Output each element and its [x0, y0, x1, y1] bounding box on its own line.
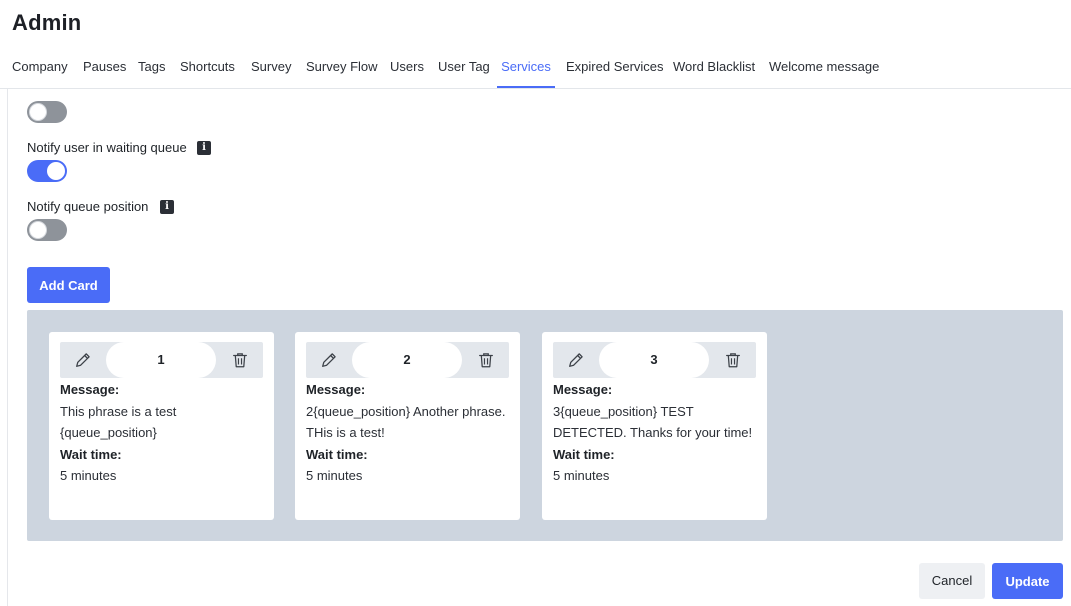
trash-icon[interactable] — [724, 351, 742, 369]
queue-card-2: 2 Message: 2{queue_position} Another phr… — [295, 332, 520, 520]
queue-card-1: 1 Message: This phrase is a test {queue_… — [49, 332, 274, 520]
card-header: 1 — [60, 342, 263, 378]
cards-panel: 1 Message: This phrase is a test {queue_… — [27, 310, 1063, 541]
page-title: Admin — [12, 10, 82, 35]
notify-waiting-queue-toggle[interactable] — [27, 160, 67, 182]
trash-icon[interactable] — [477, 351, 495, 369]
notify-queue-position-label: Notify queue position — [27, 199, 149, 214]
card-number: 2 — [352, 342, 462, 378]
card-body: Message: 2{queue_position} Another phras… — [306, 379, 511, 487]
card-body: Message: 3{queue_position} TEST DETECTED… — [553, 379, 758, 487]
tab-services[interactable]: Services — [497, 48, 555, 88]
info-icon[interactable]: i — [160, 200, 174, 214]
message-label: Message: — [553, 382, 613, 397]
toggle-knob — [47, 162, 65, 180]
wait-time-label: Wait time: — [60, 446, 122, 462]
message-label: Message: — [306, 382, 366, 397]
top-toggle[interactable] — [27, 101, 67, 123]
tab-shortcuts[interactable]: Shortcuts — [180, 48, 235, 88]
message-label: Message: — [60, 382, 120, 397]
tab-survey-flow[interactable]: Survey Flow — [306, 48, 378, 88]
wait-time-value: 5 minutes — [60, 468, 117, 483]
card-number: 3 — [599, 342, 709, 378]
notify-waiting-queue-label: Notify user in waiting queue — [27, 140, 187, 155]
message-text: 3{queue_position} TEST DETECTED. Thanks … — [553, 403, 753, 441]
tab-company[interactable]: Company — [12, 48, 68, 88]
pencil-icon[interactable] — [567, 351, 585, 369]
pencil-icon[interactable] — [74, 351, 92, 369]
card-number: 1 — [106, 342, 216, 378]
wait-time-value: 5 minutes — [306, 468, 363, 483]
card-header: 3 — [553, 342, 756, 378]
add-card-button[interactable]: Add Card — [27, 267, 110, 303]
tab-expired-services[interactable]: Expired Services — [566, 48, 664, 88]
wait-time-value: 5 minutes — [553, 468, 610, 483]
queue-card-3: 3 Message: 3{queue_position} TEST DETECT… — [542, 332, 767, 520]
wait-time-label: Wait time: — [553, 446, 615, 462]
info-icon[interactable]: i — [197, 141, 211, 155]
wait-time-label: Wait time: — [306, 446, 368, 462]
toggle-knob — [29, 103, 47, 121]
card-body: Message: This phrase is a test {queue_po… — [60, 379, 265, 487]
tab-user-tag[interactable]: User Tag — [438, 48, 490, 88]
cancel-button[interactable]: Cancel — [919, 563, 985, 599]
content-left-border — [7, 89, 8, 606]
pencil-icon[interactable] — [320, 351, 338, 369]
message-text: This phrase is a test {queue_position} — [60, 403, 177, 441]
tab-users[interactable]: Users — [390, 48, 424, 88]
tab-word-blacklist[interactable]: Word Blacklist — [673, 48, 755, 88]
trash-icon[interactable] — [231, 351, 249, 369]
notify-queue-position-toggle[interactable] — [27, 219, 67, 241]
tab-tags[interactable]: Tags — [138, 48, 165, 88]
toggle-knob — [29, 221, 47, 239]
card-header: 2 — [306, 342, 509, 378]
tab-pauses[interactable]: Pauses — [83, 48, 126, 88]
tab-welcome-message[interactable]: Welcome message — [769, 48, 879, 88]
admin-tabs: Company Pauses Tags Shortcuts Survey Sur… — [0, 48, 1071, 89]
update-button[interactable]: Update — [992, 563, 1063, 599]
tab-survey[interactable]: Survey — [251, 48, 291, 88]
message-text: 2{queue_position} Another phrase. THis i… — [306, 403, 506, 441]
